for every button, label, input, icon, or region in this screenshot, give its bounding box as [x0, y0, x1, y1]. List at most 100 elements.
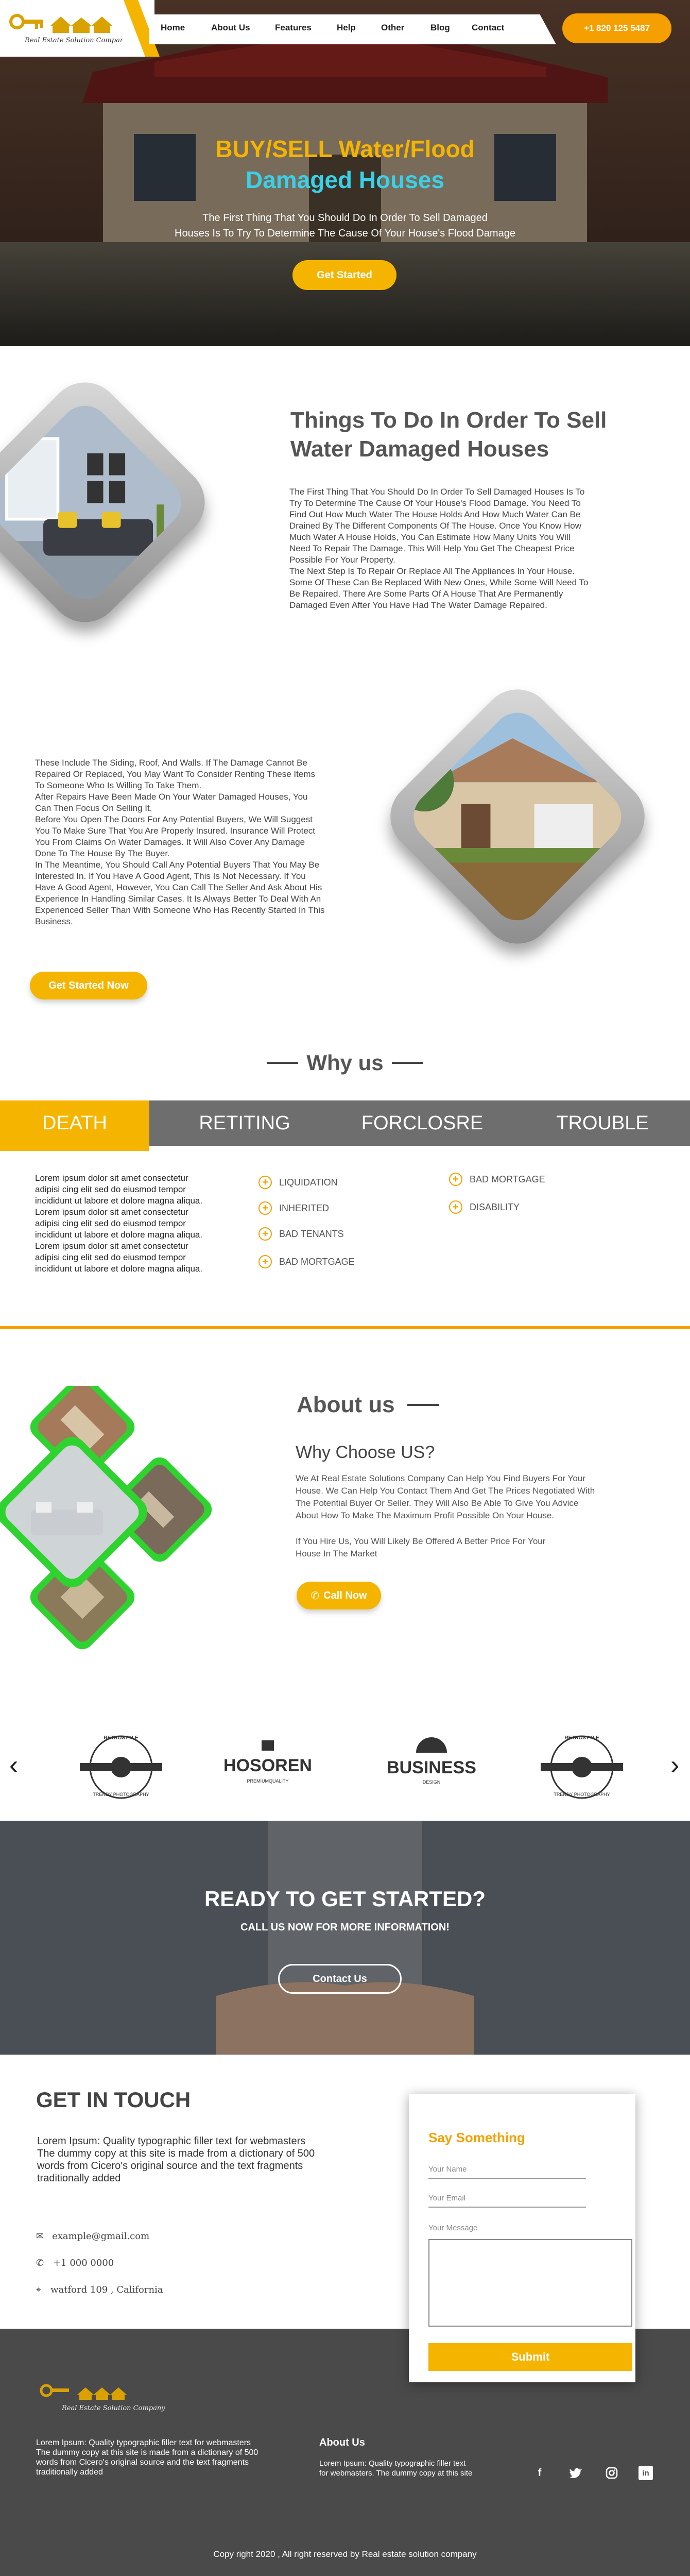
- section-divider: [0, 1326, 690, 1329]
- hero-title-line1: BUY/SELL Water/Flood: [215, 135, 475, 162]
- hero-subtitle-line1: The First Thing That You Should Do In Or…: [202, 212, 488, 224]
- form-title: Say Something: [428, 2130, 525, 2145]
- nav-other[interactable]: Other: [381, 23, 404, 33]
- tab-forclosre[interactable]: FORCLOSRE: [319, 1100, 525, 1146]
- message-label: Your Message: [428, 2224, 478, 2232]
- get-started-now-button[interactable]: Get Started Now: [30, 972, 147, 999]
- instagram-icon[interactable]: ig: [605, 2466, 619, 2480]
- get-started-button[interactable]: Get Started: [292, 260, 396, 290]
- list-label: LIQUIDATION: [279, 1177, 338, 1188]
- list-item-bad-tenants: + BAD TENANTS: [258, 1227, 344, 1241]
- text-line: traditionally added: [36, 2468, 103, 2477]
- facebook-icon[interactable]: f: [532, 2466, 547, 2480]
- list-label: BAD TENANTS: [279, 1228, 344, 1239]
- text-line: Be Repaired. There Are Some Parts Of A H…: [289, 589, 563, 599]
- footer-logo[interactable]: Real Estate Solution Company: [36, 2381, 170, 2417]
- name-field[interactable]: Your Name: [428, 2165, 586, 2179]
- linkedin-icon[interactable]: in: [639, 2466, 653, 2480]
- active-tab-indicator: [0, 1146, 149, 1151]
- plus-icon: +: [258, 1176, 272, 1189]
- submit-button[interactable]: Submit: [428, 2343, 632, 2371]
- nav-features[interactable]: Features: [275, 23, 312, 33]
- footer-about-title: About Us: [319, 2437, 365, 2448]
- about-heading: About us: [297, 1392, 439, 1418]
- why-us-title: Why us: [306, 1050, 384, 1075]
- text-line: House In The Market: [296, 1549, 377, 1558]
- contact-title: GET IN TOUCH: [36, 2088, 191, 2112]
- tab-death[interactable]: DEATH: [0, 1100, 149, 1146]
- logos-next-arrow[interactable]: ›: [670, 1750, 679, 1781]
- text-line: We At Real Estate Solutions Company Can …: [296, 1473, 585, 1483]
- plus-icon: +: [449, 1173, 462, 1186]
- text-line: Lorem Ipsum: Quality typographic filler …: [319, 2459, 466, 2468]
- text-line: Lorem ipsum dolor sit amet consectetur: [35, 1241, 188, 1251]
- text-line: These Include The Siding, Roof, And Wall…: [35, 758, 307, 768]
- about-image-collage: [0, 1386, 212, 1650]
- things-paragraph: The First Thing That You Should Do In Or…: [289, 486, 619, 611]
- contact-us-button[interactable]: Contact Us: [278, 1964, 402, 1994]
- logo-top-text: RETROSTYLE: [104, 1735, 139, 1741]
- text-line: In The Meantime, You Should Call Any Pot…: [35, 860, 320, 870]
- nav-blog[interactable]: Blog: [430, 23, 450, 33]
- logos-prev-arrow[interactable]: ‹: [9, 1750, 18, 1781]
- nav-help[interactable]: Help: [337, 23, 356, 33]
- company-logo[interactable]: Real Estate Solution Company: [4, 10, 123, 46]
- text-line: incididunt ut labore et dolore magna ali…: [35, 1264, 203, 1274]
- contact-phone[interactable]: +1 000 0000: [53, 2258, 114, 2268]
- text-line: To Someone Who Is Willing To Take Them.: [35, 781, 202, 790]
- text-line: Repaired Or Replaced, You May Want To Co…: [35, 769, 315, 779]
- tab-trouble[interactable]: TROUBLE: [536, 1100, 669, 1146]
- text-line: After Repairs Have Been Made On Your Wat…: [35, 792, 308, 802]
- tab-retiting[interactable]: RETITING: [170, 1100, 319, 1146]
- ready-subtitle: CALL US NOW FOR MORE INFORMATION!: [240, 1922, 450, 1933]
- partner-logo-retrostyle[interactable]: RETROSTYLE TRENDY PHOTOGRAPHY: [70, 1726, 173, 1808]
- email-field[interactable]: Your Email: [428, 2194, 586, 2208]
- text-line: Much Water A House Holds, You Can Estima…: [289, 532, 571, 542]
- copyright-text: Copy right 2020 , All right reserved by …: [213, 2549, 477, 2559]
- phone-button[interactable]: +1 820 125 5487: [562, 13, 671, 43]
- text-line: House. We Can Help You Contact Them And …: [296, 1486, 595, 1496]
- about-title: About us: [297, 1392, 395, 1417]
- text-line: You To Make Sure That You Are Properly I…: [35, 826, 315, 836]
- partner-logo-retrostyle-2[interactable]: RETROSTYLE TRENDY PHOTOGRAPHY: [530, 1726, 633, 1808]
- heading-rule: [407, 1404, 439, 1406]
- nav-contact[interactable]: Contact: [472, 23, 504, 33]
- contact-text: Lorem Ipsum: Quality typographic filler …: [37, 2135, 367, 2184]
- nav-home[interactable]: Home: [161, 23, 185, 33]
- hero-subtitle-line2: Houses Is To Try To Determine The Cause …: [175, 228, 515, 239]
- text-line: Need To Repair The Damage. This Will Hel…: [289, 544, 575, 553]
- text-line: incididunt ut labore et dolore magna ali…: [35, 1196, 203, 1206]
- partner-logo-hosoren[interactable]: HOSOREN PREMIUMQUALITY: [216, 1726, 319, 1808]
- message-textarea[interactable]: [428, 2239, 632, 2327]
- plus-icon: +: [449, 1200, 462, 1214]
- contact-address: watford 109 , California: [50, 2284, 163, 2295]
- logo-bottom-text: TRENDY PHOTOGRAPHY: [93, 1792, 149, 1797]
- location-pin-icon: ⌖: [36, 2284, 42, 2295]
- footer-about-text: Lorem Ipsum: Quality typographic filler …: [319, 2459, 515, 2478]
- contact-email[interactable]: example@gmail.com: [52, 2231, 149, 2242]
- logo-bottom-text: PREMIUMQUALITY: [247, 1778, 289, 1784]
- text-line: Possible For Your Property.: [289, 555, 395, 565]
- plus-icon: +: [258, 1201, 272, 1215]
- plus-icon: +: [258, 1227, 272, 1241]
- partner-logo-business[interactable]: BUSINESS DESIGN: [380, 1726, 483, 1808]
- why-us-heading: Why us: [263, 1050, 427, 1076]
- text-line: The First Thing That You Should Do In Or…: [289, 487, 585, 497]
- text-line: Lorem Ipsum: Quality typographic filler …: [36, 2438, 251, 2447]
- logo-text: Real Estate Solution Company: [24, 37, 123, 44]
- twitter-icon[interactable]: t: [568, 2466, 583, 2480]
- text-line: words from Cicero's original source and …: [36, 2458, 249, 2467]
- text-line: Lorem ipsum dolor sit amet consectetur: [35, 1207, 188, 1217]
- contact-address-row: ⌖ watford 109 , California: [36, 2284, 163, 2295]
- text-line: Try To Determine The Cause Of Your House…: [289, 498, 581, 508]
- things-title-line2: Water Damaged Houses: [290, 436, 549, 462]
- things-title: Things To Do In Order To Sell Water Dama…: [290, 406, 607, 464]
- about-paragraph-1: We At Real Estate Solutions Company Can …: [296, 1472, 646, 1522]
- site-header: Real Estate Solution Company Home About …: [0, 0, 690, 57]
- call-now-button[interactable]: ✆ Call Now: [297, 1582, 381, 1609]
- nav-about-us[interactable]: About Us: [211, 23, 250, 33]
- flooded-house-image: [403, 702, 632, 931]
- second-paragraph: These Include The Siding, Roof, And Wall…: [35, 757, 365, 927]
- text-line: words from Cicero's original source and …: [37, 2160, 303, 2172]
- logo-hat-mark: [262, 1740, 274, 1751]
